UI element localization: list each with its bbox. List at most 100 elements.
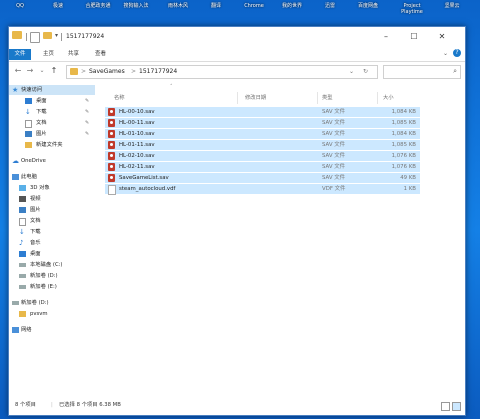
nav-item-documents[interactable]: 文档 ✎ (9, 118, 95, 128)
tab-share[interactable]: 共享 (62, 49, 85, 60)
folder-icon (25, 142, 32, 148)
picture-icon (19, 207, 26, 213)
pin-icon: ✎ (85, 131, 90, 137)
column-divider[interactable] (317, 92, 318, 104)
ribbon-expand-icon[interactable]: ⌄ (443, 50, 448, 57)
pin-icon: ✎ (85, 109, 90, 115)
column-header-size[interactable]: 大小 (383, 93, 394, 103)
nav-item-desktop-pc[interactable]: 桌面 (9, 249, 95, 259)
network-icon (12, 327, 19, 333)
column-divider[interactable] (377, 92, 378, 104)
desktop-icon[interactable]: 极速 (40, 3, 76, 9)
column-header-type[interactable]: 类型 (322, 93, 333, 103)
file-row[interactable]: SaveGameList.sav SAV 文件 49 KB (105, 173, 420, 183)
tab-file[interactable]: 文件 (9, 49, 31, 60)
file-row[interactable]: HL-00-10.sav SAV 文件 1,084 KB (105, 107, 420, 117)
sav-file-icon (108, 163, 115, 171)
ribbon: 文件 主页 共享 查看 ⌄ ? (9, 47, 465, 62)
desktop-icon[interactable]: 坚果云 (434, 3, 470, 9)
nav-this-pc[interactable]: 此电脑 (9, 172, 95, 182)
drive-icon (19, 285, 26, 289)
nav-item-drive-e[interactable]: 新加卷 (E:) (9, 282, 95, 292)
drive-icon (19, 263, 26, 267)
qat-dropdown[interactable]: ▾ (55, 32, 58, 39)
sav-file-icon (108, 152, 115, 160)
file-row[interactable]: HL-00-11.sav SAV 文件 1,085 KB (105, 118, 420, 128)
file-row[interactable]: HL-01-11.sav SAV 文件 1,085 KB (105, 140, 420, 150)
file-row[interactable]: steam_autocloud.vdf VDF 文件 1 KB (105, 184, 420, 195)
selection-info: 已选择 8 个项目 6.38 MB (59, 402, 121, 408)
nav-item-desktop[interactable]: 桌面 ✎ (9, 96, 95, 106)
close-button[interactable]: ✕ (431, 31, 453, 43)
cube-icon (19, 185, 26, 191)
crumb-separator[interactable]: > (81, 68, 86, 76)
file-list-pane: ˄ 名称 修改日期 类型 大小 HL-00-10.sav SAV 文件 1,08… (97, 83, 463, 398)
search-input[interactable]: ⌕ (383, 65, 461, 79)
refresh-button[interactable]: ↻ (363, 68, 368, 76)
file-row[interactable]: HL-02-11.sav SAV 文件 1,076 KB (105, 162, 420, 172)
breadcrumb-savegames[interactable]: SaveGames (89, 68, 125, 76)
desktop-icon[interactable]: 迅雷 (312, 3, 348, 9)
nav-network[interactable]: 网络 (9, 325, 95, 335)
navigation-pane: ★ 快速访问 桌面 ✎ ↓ 下载 ✎ 文档 ✎ 图片 ✎ 新建文件夹 ☁ One… (9, 83, 95, 398)
column-header-name[interactable]: 名称 (114, 93, 125, 103)
desktop-icon[interactable]: 合肥政务通 (80, 3, 116, 9)
large-icons-view-button[interactable] (452, 402, 461, 411)
desktop-icon[interactable]: 搜狗输入法 (118, 3, 154, 9)
back-button[interactable]: ← (13, 65, 23, 77)
nav-item-documents-pc[interactable]: 文档 (9, 216, 95, 226)
forward-button[interactable]: → (25, 65, 35, 77)
column-header-date[interactable]: 修改日期 (245, 93, 266, 103)
tab-home[interactable]: 主页 (37, 49, 60, 60)
search-icon: ⌕ (453, 67, 457, 75)
folder-icon (12, 31, 22, 39)
nav-item-pictures[interactable]: 图片 ✎ (9, 129, 95, 139)
vdf-file-icon (108, 185, 116, 195)
details-view-button[interactable] (441, 402, 450, 411)
nav-item-new-folder[interactable]: 新建文件夹 (9, 140, 95, 150)
file-row[interactable]: HL-02-10.sav SAV 文件 1,076 KB (105, 151, 420, 161)
new-folder-icon[interactable] (43, 32, 52, 39)
nav-quick-access[interactable]: ★ 快速访问 (9, 85, 95, 95)
column-divider[interactable] (237, 92, 238, 104)
music-icon: ♪ (19, 239, 24, 247)
maximize-button[interactable]: ☐ (403, 31, 425, 43)
breadcrumb-current[interactable]: 1517177924 (139, 68, 177, 76)
cloud-icon: ☁ (12, 157, 19, 165)
divider (61, 33, 62, 41)
nav-item-pictures-pc[interactable]: 图片 (9, 205, 95, 215)
recent-locations-button[interactable]: ⌄ (37, 65, 47, 77)
up-button[interactable]: ↑ (49, 65, 59, 77)
nav-item-videos[interactable]: 视频 (9, 194, 95, 204)
nav-onedrive[interactable]: ☁ OneDrive (9, 156, 95, 166)
desktop-icon[interactable]: Project Playtime (394, 3, 430, 15)
desktop-icon[interactable]: 翻译 (198, 3, 234, 9)
nav-item-drive-c[interactable]: 本地磁盘 (C:) (9, 260, 95, 270)
crumb-separator[interactable]: > (131, 68, 136, 76)
minimize-button[interactable]: – (375, 31, 397, 43)
tab-view[interactable]: 查看 (89, 49, 112, 60)
nav-item-pvsvm[interactable]: pvsvm (9, 309, 95, 319)
desktop-icon (19, 251, 26, 257)
properties-icon[interactable] (30, 32, 40, 43)
document-icon (19, 218, 26, 226)
file-row[interactable]: HL-01-10.sav SAV 文件 1,084 KB (105, 129, 420, 139)
address-dropdown[interactable]: ⌄ (349, 68, 354, 76)
desktop-icon[interactable]: Chrome (236, 3, 272, 9)
desktop-icon[interactable]: 我的世界 (274, 3, 310, 9)
desktop-icon[interactable]: 雨林木风 (160, 3, 196, 9)
explorer-window: ▾ 1517177924 – ☐ ✕ 文件 主页 共享 查看 ⌄ ? ← → ⌄… (8, 26, 466, 416)
nav-item-downloads-pc[interactable]: ↓ 下载 (9, 227, 95, 237)
desktop-icon[interactable]: 百度网盘 (350, 3, 386, 9)
help-icon[interactable]: ? (453, 49, 461, 57)
desktop-icon (25, 98, 32, 104)
video-icon (19, 196, 26, 202)
nav-item-3d-objects[interactable]: 3D 对象 (9, 183, 95, 193)
title-bar: ▾ 1517177924 – ☐ ✕ (9, 27, 465, 47)
nav-item-downloads[interactable]: ↓ 下载 ✎ (9, 107, 95, 117)
address-bar[interactable]: > SaveGames > 1517177924 ⌄ ↻ (66, 65, 378, 79)
nav-drive-d-root[interactable]: 新加卷 (D:) (9, 298, 95, 308)
nav-item-music[interactable]: ♪ 音乐 (9, 238, 95, 248)
desktop-icon[interactable]: QQ (2, 3, 38, 9)
nav-item-drive-d[interactable]: 新加卷 (D:) (9, 271, 95, 281)
